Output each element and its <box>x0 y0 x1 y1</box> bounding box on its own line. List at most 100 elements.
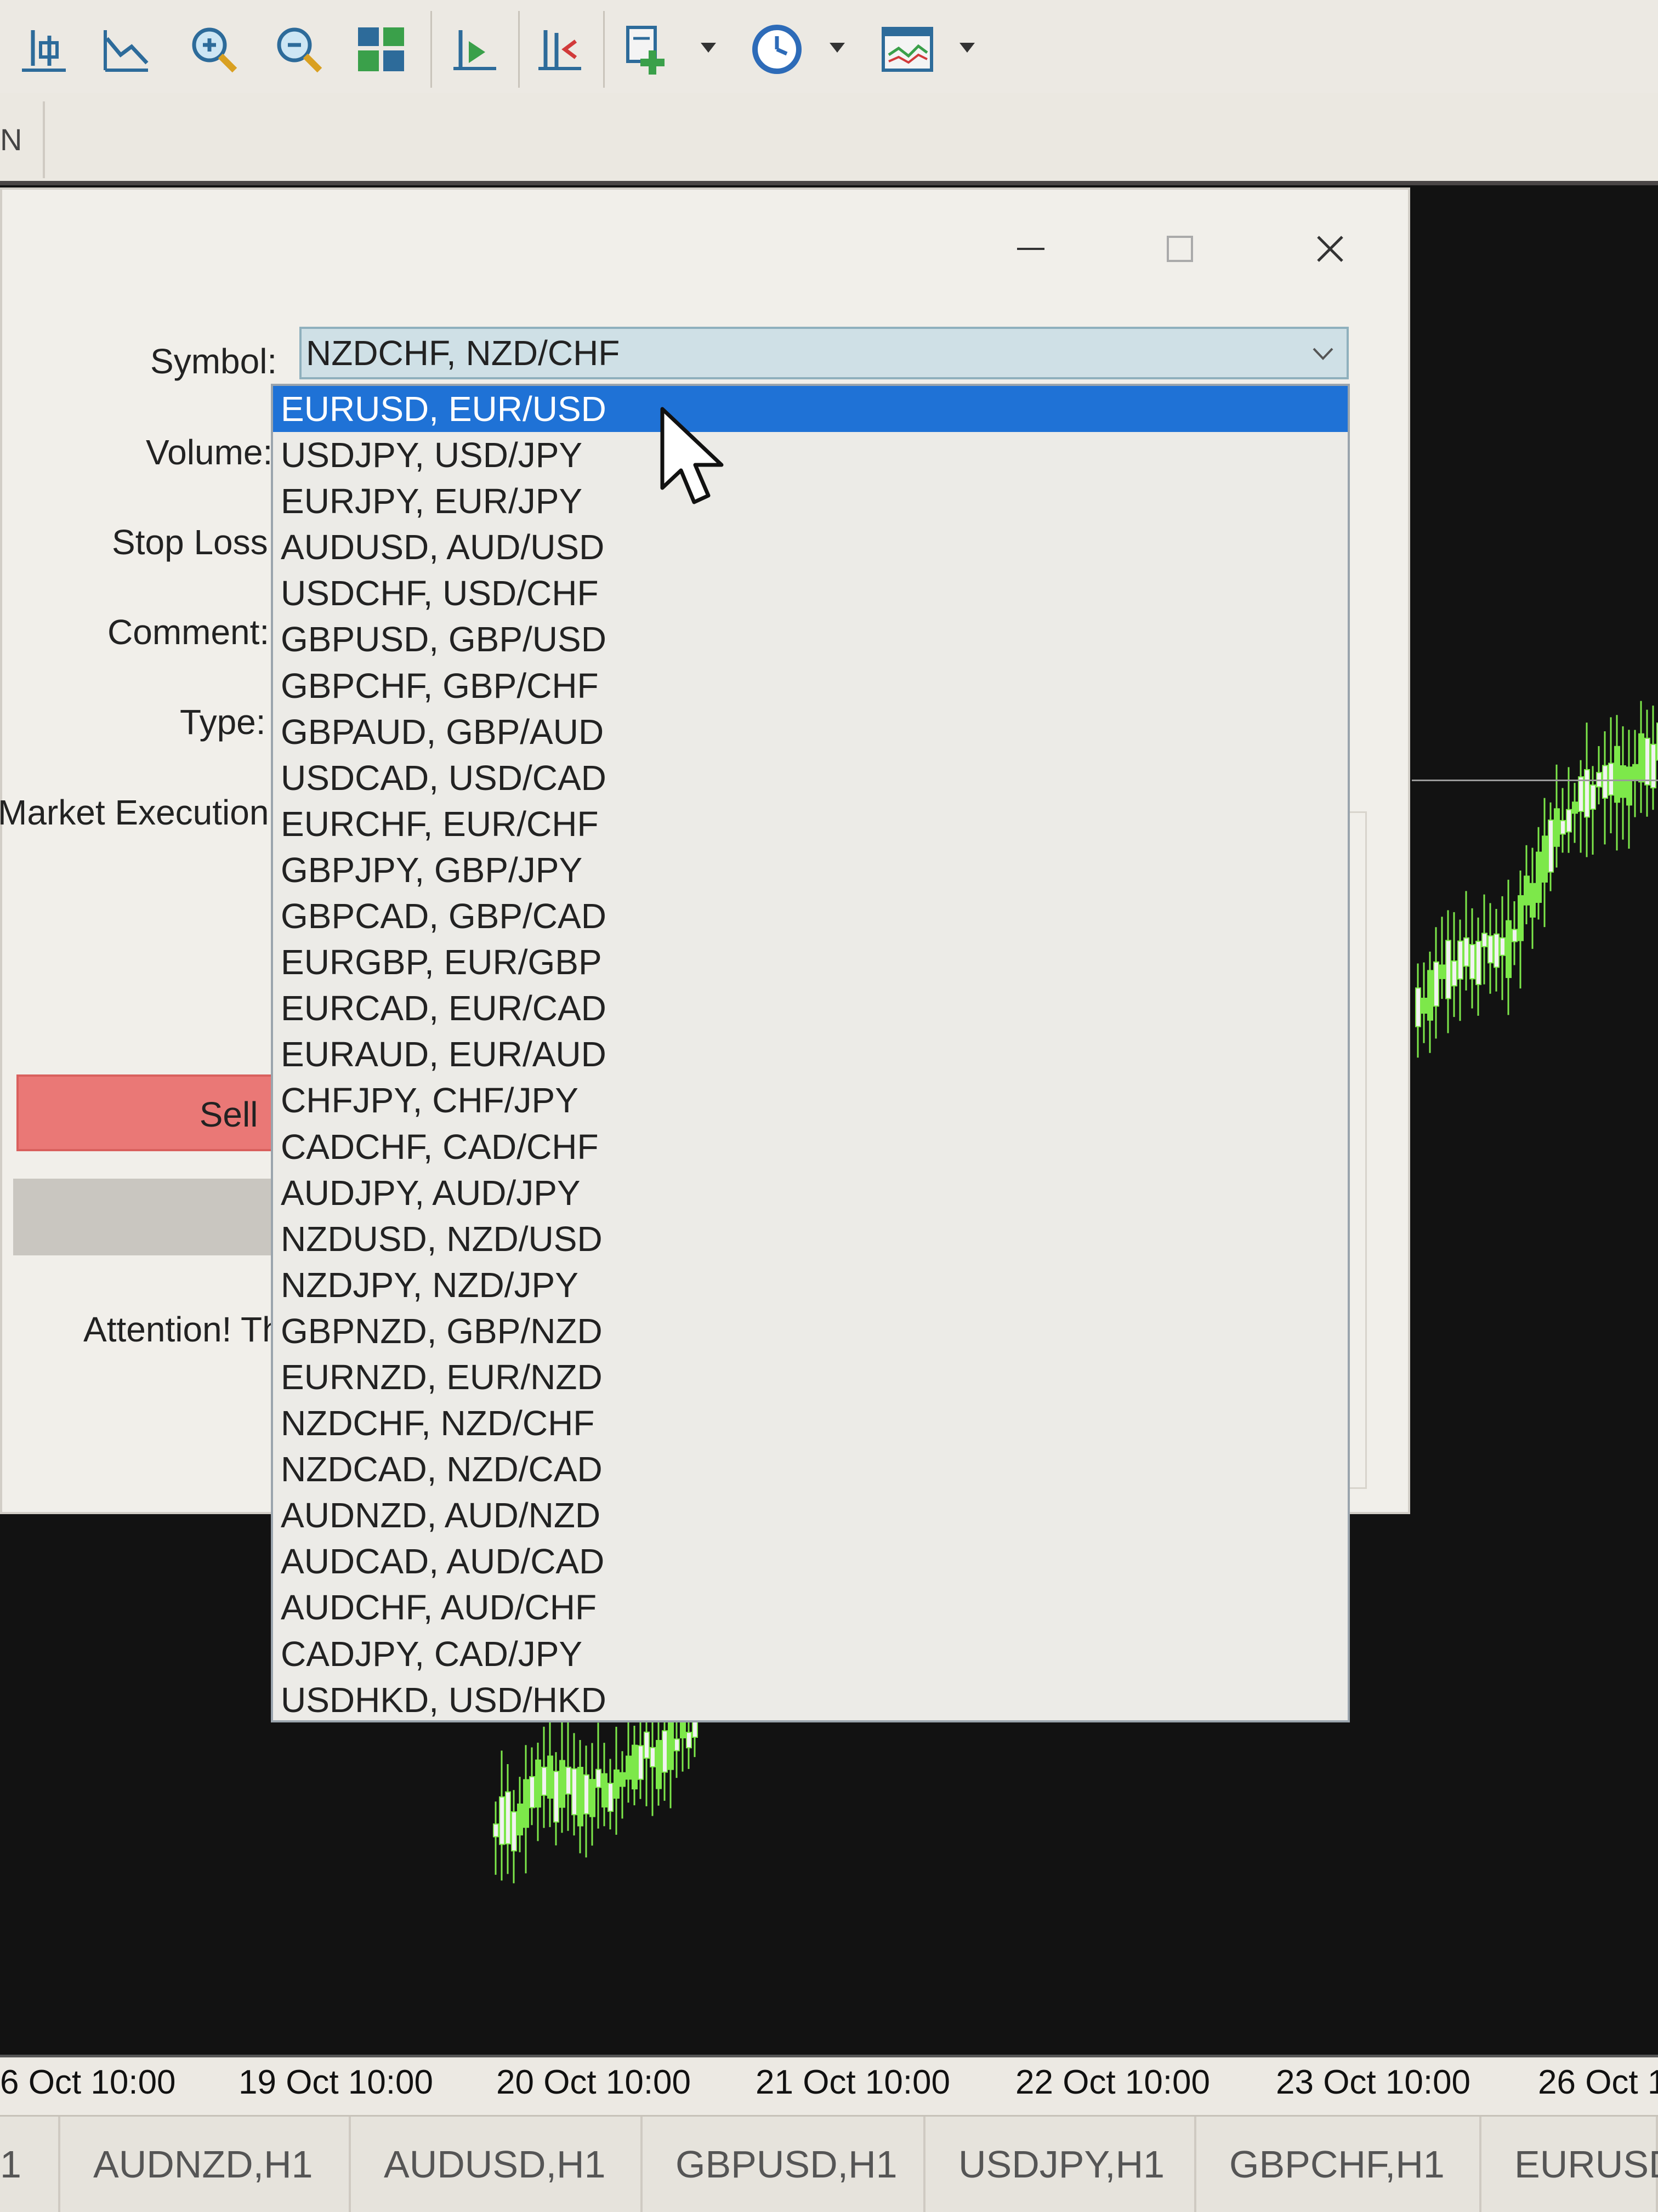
symbol-option[interactable]: EURJPY, EUR/JPY <box>273 478 1348 524</box>
symbol-option[interactable]: AUDJPY, AUD/JPY <box>273 1170 1348 1216</box>
symbol-option[interactable]: CADCHF, CAD/CHF <box>273 1124 1348 1170</box>
chart-shift-icon[interactable] <box>441 16 507 82</box>
candle-body <box>589 1779 595 1817</box>
autoscroll-icon[interactable] <box>526 16 592 82</box>
toolbar-empty-area <box>998 0 1658 93</box>
symbol-select[interactable]: NZDCHF, NZD/CHF <box>299 327 1349 379</box>
symbol-option[interactable]: GBPCHF, GBP/CHF <box>273 663 1348 709</box>
candle-body <box>638 1745 644 1780</box>
candle-body <box>601 1773 607 1808</box>
line-chart-icon[interactable] <box>93 16 159 82</box>
type-label: Type: <box>180 702 266 742</box>
symbol-dropdown-list[interactable]: EURUSD, EUR/USD USDJPY, USD/JPY EURJPY, EU… <box>271 384 1350 1722</box>
candle-body <box>541 1766 547 1796</box>
stop-loss-label: Stop Loss: <box>112 522 278 562</box>
candle-body <box>511 1811 517 1852</box>
candle-body <box>529 1776 535 1809</box>
candle-body <box>1469 944 1475 980</box>
chart-tab[interactable]: 1 <box>0 2117 60 2212</box>
candle-body <box>523 1779 529 1828</box>
candle-body <box>686 1732 692 1749</box>
bar-chart-icon[interactable] <box>11 16 77 82</box>
symbol-option[interactable]: GBPJPY, GBP/JPY <box>273 847 1348 893</box>
chevron-down-icon[interactable] <box>701 43 716 53</box>
symbol-option[interactable]: CHFJPY, CHF/JPY <box>273 1077 1348 1123</box>
candle-body <box>1626 766 1632 806</box>
tile-windows-icon[interactable] <box>348 16 414 82</box>
candle-body <box>535 1759 541 1808</box>
candle-body <box>1572 801 1578 814</box>
volume-label: Volume: <box>146 433 273 472</box>
candle-body <box>1578 776 1584 812</box>
candle-body <box>1427 970 1433 1021</box>
candle-body <box>1457 940 1463 980</box>
sell-button[interactable]: Sell I <box>16 1074 291 1151</box>
candle-body <box>559 1760 565 1808</box>
symbol-option[interactable]: USDHKD, USD/HKD <box>273 1677 1348 1720</box>
candle-body <box>493 1823 499 1838</box>
candle-body <box>1463 937 1469 967</box>
candle-body <box>1620 765 1626 798</box>
periods-clock-icon[interactable] <box>744 16 810 82</box>
chevron-down-icon[interactable] <box>959 43 975 53</box>
chart-tab[interactable]: EURUSD <box>1481 2117 1658 2212</box>
symbol-option[interactable]: AUDCAD, AUD/CAD <box>273 1538 1348 1584</box>
chevron-down-icon[interactable] <box>1309 340 1337 367</box>
candle-body <box>1560 820 1566 835</box>
symbol-option[interactable]: CADJPY, CAD/JPY <box>273 1631 1348 1677</box>
symbol-option[interactable]: GBPAUD, GBP/AUD <box>273 709 1348 755</box>
symbol-option[interactable]: GBPCAD, GBP/CAD <box>273 893 1348 939</box>
chart-tab[interactable]: USDJPY,H1 <box>925 2117 1196 2212</box>
close-icon[interactable] <box>1303 221 1358 276</box>
candle-body <box>1542 835 1548 883</box>
candle-body <box>547 1755 553 1799</box>
candle-body <box>1500 937 1506 956</box>
zoom-in-icon[interactable] <box>181 16 247 82</box>
symbol-option[interactable]: EURCHF, EUR/CHF <box>273 801 1348 847</box>
time-axis-label: 19 Oct 10:00 <box>239 2063 434 2101</box>
symbol-option[interactable]: AUDNZD, AUD/NZD <box>273 1492 1348 1538</box>
minimize-icon[interactable] <box>1003 221 1058 276</box>
symbol-option[interactable]: NZDCHF, NZD/CHF <box>273 1400 1348 1446</box>
crosshair-line <box>1412 780 1658 781</box>
symbol-option[interactable]: NZDUSD, NZD/USD <box>273 1216 1348 1262</box>
symbol-option[interactable]: USDCHF, USD/CHF <box>273 570 1348 616</box>
candle-body <box>1566 809 1572 833</box>
chart-tab[interactable]: AUDUSD,H1 <box>351 2117 643 2212</box>
disabled-button[interactable] <box>13 1179 291 1255</box>
time-axis-label: 26 Oct 1 <box>1538 2063 1658 2101</box>
main-toolbar <box>0 0 998 95</box>
comment-label: Comment: <box>107 612 270 652</box>
time-axis: 6 Oct 10:00 19 Oct 10:00 20 Oct 10:00 21 Oc… <box>0 2055 1658 2118</box>
symbol-option[interactable]: EURNZD, EUR/NZD <box>273 1354 1348 1400</box>
symbol-option[interactable]: GBPNZD, GBP/NZD <box>273 1308 1348 1354</box>
candle-body <box>553 1771 559 1823</box>
attention-text: Attention! Th <box>83 1310 282 1349</box>
symbol-option[interactable]: NZDCAD, NZD/CAD <box>273 1446 1348 1492</box>
symbol-option[interactable]: EURUSD, EUR/USD <box>273 386 1348 433</box>
symbol-option[interactable]: EURAUD, EUR/AUD <box>273 1031 1348 1077</box>
maximize-icon[interactable] <box>1152 221 1207 276</box>
symbol-option[interactable]: EURCAD, EUR/CAD <box>273 985 1348 1031</box>
candle-body <box>1506 920 1512 979</box>
chart-tab[interactable]: GBPCHF,H1 <box>1196 2117 1481 2212</box>
symbol-option[interactable]: NZDJPY, NZD/JPY <box>273 1262 1348 1308</box>
zoom-out-icon[interactable] <box>266 16 332 82</box>
time-axis-label: 23 Oct 10:00 <box>1276 2063 1471 2101</box>
chevron-down-icon[interactable] <box>830 43 845 53</box>
indicators-icon[interactable] <box>617 16 683 82</box>
chart-tab[interactable]: GBPUSD,H1 <box>643 2117 925 2212</box>
candle-body <box>1481 932 1487 947</box>
symbol-option[interactable]: GBPUSD, GBP/USD <box>273 616 1348 662</box>
time-axis-label: 20 Oct 10:00 <box>496 2063 691 2101</box>
symbol-option[interactable]: AUDUSD, AUD/USD <box>273 524 1348 570</box>
symbol-option[interactable]: EURGBP, EUR/GBP <box>273 939 1348 985</box>
symbol-option[interactable]: USDJPY, USD/JPY <box>273 432 1348 478</box>
candle-body <box>644 1731 650 1759</box>
candle-body <box>614 1769 620 1799</box>
symbol-option[interactable]: USDCAD, USD/CAD <box>273 755 1348 801</box>
templates-icon[interactable] <box>875 16 940 82</box>
candle-body <box>650 1747 656 1767</box>
symbol-option[interactable]: AUDCHF, AUD/CHF <box>273 1584 1348 1630</box>
chart-tab[interactable]: AUDNZD,H1 <box>60 2117 351 2212</box>
